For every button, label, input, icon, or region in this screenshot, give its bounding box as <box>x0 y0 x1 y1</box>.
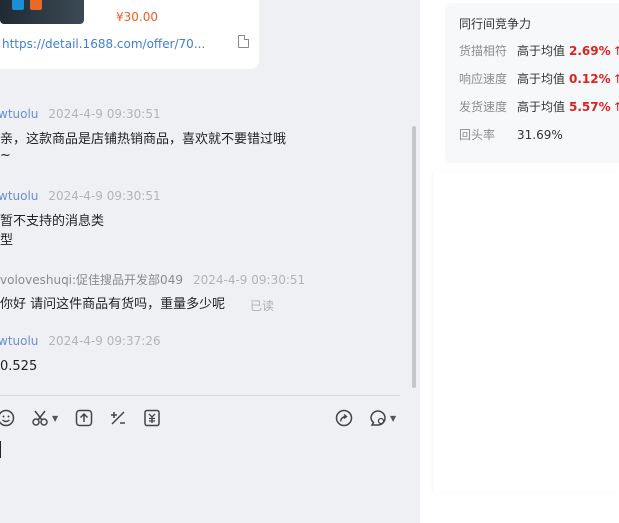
metric-row: 发货速度 高于均值 5.57% ↑ <box>459 98 619 115</box>
emoji-icon[interactable] <box>0 408 16 428</box>
product-link[interactable]: https://detail.1688.com/offer/70... <box>2 37 212 51</box>
sender-name[interactable]: wtuolu <box>0 189 38 203</box>
metric-percent: 0.12% <box>569 72 611 86</box>
product-thumbnail[interactable] <box>0 0 84 24</box>
metric-compare: 高于均值 <box>517 44 566 58</box>
settings-icon[interactable]: ▼ <box>368 408 396 428</box>
metric-percent: 5.57% <box>569 100 611 114</box>
metric-row: 货描相符 高于均值 2.69% ↑ <box>459 42 619 59</box>
metric-value: 31.69% <box>517 128 563 142</box>
message-time: 2024-4-9 09:37:26 <box>48 334 161 348</box>
info-panel <box>434 172 619 492</box>
panel-title: 同行间竞争力 <box>459 17 532 31</box>
metric-row: 响应速度 高于均值 0.12% ↑ <box>459 70 619 87</box>
product-price: ¥30.00 <box>116 10 158 24</box>
message-line: ~ <box>0 148 11 163</box>
sender-name[interactable]: voloveshuqi:促佳搜品开发部049 <box>0 273 183 287</box>
sender-name[interactable]: wtuolu <box>0 334 38 348</box>
message-time: 2024-4-9 09:30:51 <box>48 189 161 203</box>
message-header: wtuolu 2024-4-9 09:30:51 <box>0 107 161 121</box>
metric-compare: 高于均值 <box>517 100 566 114</box>
coupon-icon[interactable] <box>142 408 162 428</box>
metric-compare: 高于均值 <box>517 72 566 86</box>
metric-row: 回头率 31.69% <box>459 126 563 143</box>
message-header: voloveshuqi:促佳搜品开发部049 2024-4-9 09:30:51 <box>0 271 305 288</box>
message-header: wtuolu 2024-4-9 09:30:51 <box>0 189 161 203</box>
chat-scrollbar[interactable] <box>412 126 416 388</box>
file-icon[interactable] <box>238 35 249 48</box>
message-line: 型 <box>0 233 14 248</box>
message-line: 亲，这款商品是店铺热销商品，喜欢就不要错过哦 <box>0 132 287 147</box>
message-list[interactable]: ¥30.00 https://detail.1688.com/offer/70.… <box>0 0 420 392</box>
message-time: 2024-4-9 09:30:51 <box>192 273 306 287</box>
metric-label: 响应速度 <box>459 72 508 86</box>
scissors-icon[interactable]: ▼ <box>30 408 58 428</box>
arrow-up-icon: ↑ <box>612 100 619 114</box>
upload-icon[interactable] <box>74 408 94 428</box>
chat-pane: ¥30.00 https://detail.1688.com/offer/70.… <box>0 0 420 523</box>
metric-percent: 2.69% <box>569 44 611 58</box>
chevron-down-icon[interactable]: ▼ <box>390 414 396 423</box>
message-line: 0.525 <box>0 359 38 374</box>
input-divider <box>0 395 400 396</box>
competitiveness-panel: 同行间竞争力 货描相符 高于均值 2.69% ↑ 响应速度 高于均值 0.12% ↑ 发货速… <box>445 3 619 163</box>
message-line: 你好 请问这件商品有货吗，重量多少呢 <box>0 297 226 312</box>
metric-label: 货描相符 <box>459 44 508 58</box>
metric-label: 回头率 <box>459 128 496 142</box>
text-input-caret[interactable] <box>0 441 1 458</box>
product-card[interactable]: ¥30.00 https://detail.1688.com/offer/70.… <box>0 0 259 69</box>
metric-label: 发货速度 <box>459 100 508 114</box>
calculator-icon[interactable] <box>108 408 128 428</box>
chevron-down-icon[interactable]: ▼ <box>52 414 58 423</box>
right-sidebar: 同行间竞争力 货描相符 高于均值 2.69% ↑ 响应速度 高于均值 0.12% ↑ 发货速… <box>420 0 619 523</box>
message-time: 2024-4-9 09:30:51 <box>48 107 161 121</box>
message-line: 暂不支持的消息类 <box>0 214 105 229</box>
message-header: wtuolu 2024-4-9 09:37:26 <box>0 334 161 348</box>
share-icon[interactable] <box>334 408 354 428</box>
sender-name[interactable]: wtuolu <box>0 107 38 121</box>
arrow-up-icon: ↑ <box>612 72 619 86</box>
read-status: 已读 <box>250 299 275 313</box>
arrow-up-icon: ↑ <box>612 44 619 58</box>
